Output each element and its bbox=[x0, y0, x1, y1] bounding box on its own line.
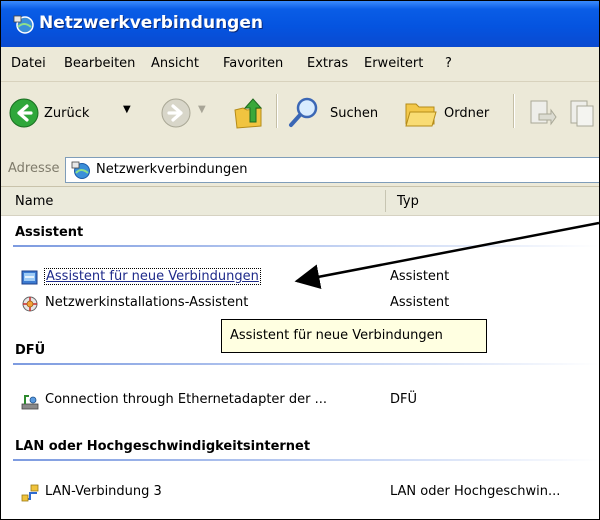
explorer-window: Netzwerkverbindungen Datei Bearbeiten An… bbox=[0, 0, 600, 520]
callout-arrow bbox=[294, 221, 599, 290]
